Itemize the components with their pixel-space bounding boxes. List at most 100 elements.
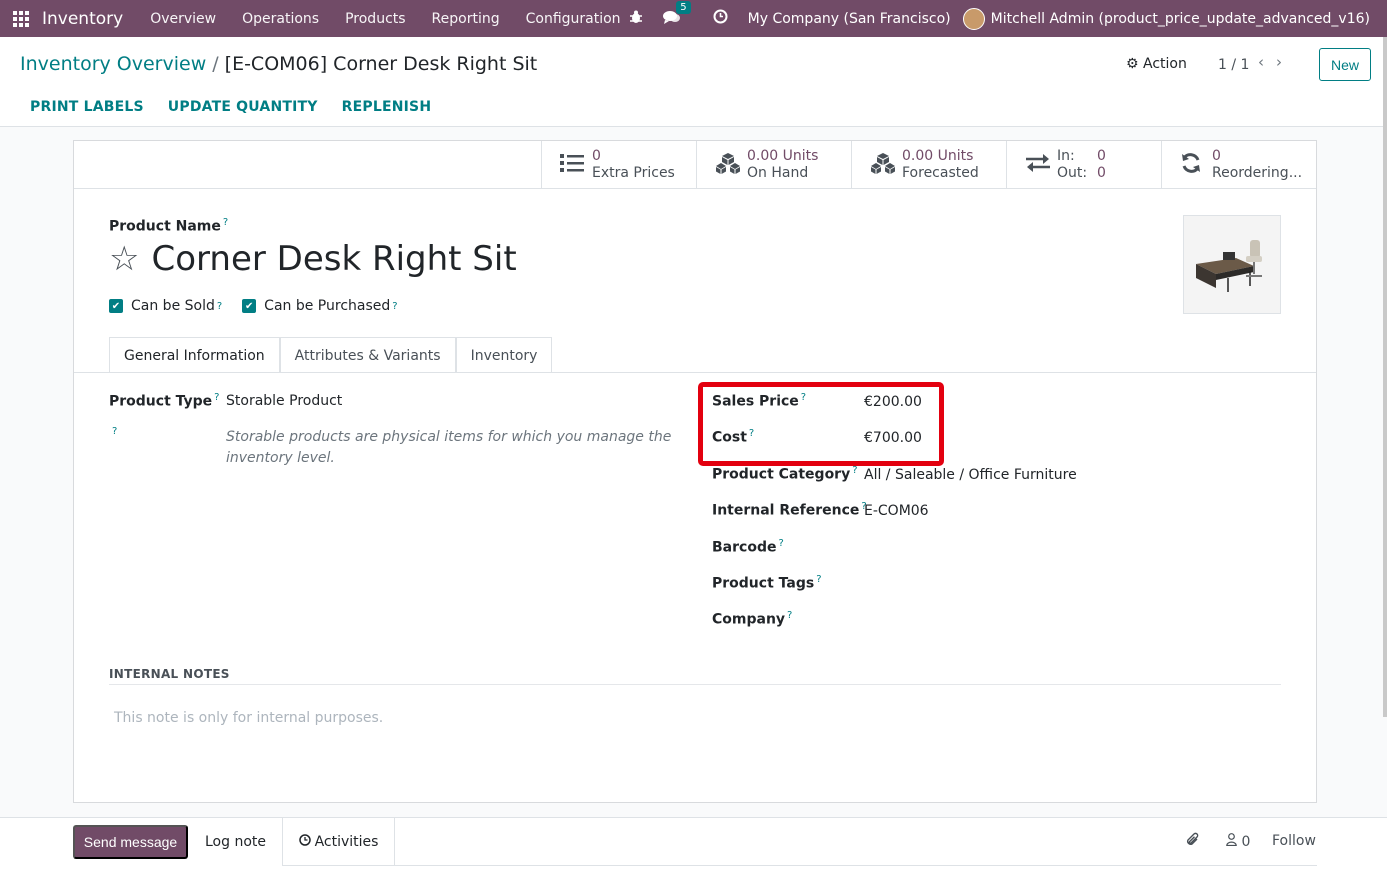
reordering-label: Reordering... xyxy=(1212,165,1303,181)
help-tooltip-icon[interactable]: ? xyxy=(816,574,821,585)
app-name[interactable]: Inventory xyxy=(42,9,123,29)
activities-label: Activities xyxy=(314,833,379,850)
debug-bug-icon[interactable] xyxy=(629,10,643,28)
internal-reference-field[interactable]: E-COM06 xyxy=(864,503,929,519)
new-record-button[interactable]: New xyxy=(1319,48,1371,81)
replenish-button[interactable]: REPLENISH xyxy=(342,99,432,115)
product-category-label: Product Category? xyxy=(712,465,858,483)
product-name-field[interactable]: Corner Desk Right Sit xyxy=(151,239,516,279)
pager-next-icon[interactable]: › xyxy=(1276,53,1294,71)
menu-products[interactable]: Products xyxy=(345,11,405,27)
checkmark-icon[interactable]: ✔ xyxy=(109,299,123,313)
internal-notes-field[interactable]: This note is only for internal purposes. xyxy=(114,710,383,726)
top-navbar: Inventory Overview Operations Products R… xyxy=(0,0,1387,37)
update-quantity-button[interactable]: UPDATE QUANTITY xyxy=(168,99,318,115)
reordering-value: 0 xyxy=(1212,148,1221,164)
help-tooltip-icon[interactable]: ? xyxy=(217,301,222,312)
on-hand-smart-button[interactable]: 0.00 Units On Hand xyxy=(696,141,851,189)
print-labels-button[interactable]: PRINT LABELS xyxy=(30,99,144,115)
product-image[interactable] xyxy=(1183,215,1281,314)
smart-buttons-row: 0 Extra Prices 0.00 Units On Hand 0.00 Uni… xyxy=(74,141,1316,189)
product-category-field[interactable]: All / Saleable / Office Furniture xyxy=(864,467,1077,483)
send-message-button[interactable]: Send message xyxy=(73,825,188,859)
barcode-field[interactable] xyxy=(864,538,1164,558)
help-tooltip-icon[interactable]: ? xyxy=(223,217,228,228)
internal-notes-divider xyxy=(109,684,1281,685)
paperclip-icon[interactable] xyxy=(1186,832,1200,852)
out-value: 0 xyxy=(1097,165,1106,181)
tab-general-information[interactable]: General Information xyxy=(109,337,280,373)
forecasted-value: 0.00 Units xyxy=(902,148,974,164)
product-type-help-text: Storable products are physical items for… xyxy=(226,429,672,466)
internal-reference-label-text: Internal Reference xyxy=(712,502,860,519)
messages-icon[interactable]: 5 xyxy=(662,0,691,28)
title-row: ☆ Corner Desk Right Sit xyxy=(109,239,517,279)
help-tooltip-icon[interactable]: ? xyxy=(112,426,117,437)
forecasted-label: Forecasted xyxy=(902,165,979,181)
company-label-text: Company xyxy=(712,611,786,628)
company-label: Company? xyxy=(712,610,792,628)
favorite-star-icon[interactable]: ☆ xyxy=(109,242,139,276)
app-menu-icon[interactable] xyxy=(0,0,42,37)
clock-activity-icon[interactable] xyxy=(713,9,728,28)
in-out-smart-button[interactable]: In: 0 Out: 0 xyxy=(1006,141,1161,189)
product-name-label: Product Name? xyxy=(109,217,228,235)
user-icon xyxy=(1226,833,1241,850)
extra-prices-smart-button[interactable]: 0 Extra Prices xyxy=(541,141,696,189)
tab-inventory[interactable]: Inventory xyxy=(455,337,553,373)
action-menu-button[interactable]: ⚙ Action xyxy=(1126,56,1187,72)
product-tags-field[interactable] xyxy=(864,574,1164,594)
help-tooltip-icon[interactable]: ? xyxy=(852,465,857,476)
help-tooltip-icon[interactable]: ? xyxy=(214,392,219,403)
product-type-field[interactable]: Storable Product xyxy=(226,393,342,409)
user-avatar[interactable] xyxy=(962,7,985,30)
messages-count-badge: 5 xyxy=(676,0,691,14)
pager-value[interactable]: 1 / 1 xyxy=(1218,57,1249,73)
on-hand-label: On Hand xyxy=(747,165,809,181)
menu-operations[interactable]: Operations xyxy=(242,11,319,27)
company-switcher[interactable]: My Company (San Francisco) xyxy=(748,11,951,27)
menu-configuration[interactable]: Configuration xyxy=(526,11,621,27)
barcode-label: Barcode? xyxy=(712,538,784,556)
chatter-panel: Send message Log note Activities 0 Follo… xyxy=(0,817,1387,885)
price-cost-highlight-box xyxy=(698,382,944,466)
in-label: In: xyxy=(1057,148,1075,164)
on-hand-value: 0.00 Units xyxy=(747,148,819,164)
help-tooltip-icon[interactable]: ? xyxy=(787,610,792,621)
user-menu[interactable]: Mitchell Admin (product_price_update_adv… xyxy=(991,11,1370,27)
reordering-smart-button[interactable]: 0 Reordering... xyxy=(1161,141,1316,189)
help-tooltip-icon[interactable]: ? xyxy=(778,538,783,549)
menu-overview[interactable]: Overview xyxy=(150,11,216,27)
breadcrumb-parent-link[interactable]: Inventory Overview xyxy=(20,53,206,75)
statusbar-buttons: PRINT LABELS UPDATE QUANTITY REPLENISH xyxy=(18,99,443,115)
checkmark-icon[interactable]: ✔ xyxy=(242,299,257,313)
breadcrumb-current: [E-COM06] Corner Desk Right Sit xyxy=(224,53,538,75)
barcode-label-text: Barcode xyxy=(712,539,777,556)
forecasted-smart-button[interactable]: 0.00 Units Forecasted xyxy=(851,141,1006,189)
product-type-label: Product Type? xyxy=(109,392,219,410)
tab-attributes-variants[interactable]: Attributes & Variants xyxy=(279,337,456,373)
followers-count: 0 xyxy=(1241,834,1251,850)
followers-button[interactable]: 0 xyxy=(1226,833,1250,850)
in-value: 0 xyxy=(1097,148,1106,164)
help-tooltip-icon[interactable]: ? xyxy=(392,301,397,312)
pager-previous-icon[interactable]: ‹ xyxy=(1258,53,1276,71)
can-be-sold-checkbox[interactable]: ✔ Can be Sold? xyxy=(109,298,222,314)
log-note-button[interactable]: Log note xyxy=(205,834,266,850)
product-name-label-text: Product Name xyxy=(109,218,221,235)
page-scrollbar[interactable] xyxy=(1383,37,1387,717)
exchange-arrows-icon xyxy=(1025,153,1057,178)
menu-reporting[interactable]: Reporting xyxy=(432,11,500,27)
pager-nav: ‹› xyxy=(1258,53,1294,71)
product-tags-label-text: Product Tags xyxy=(712,575,815,592)
extra-prices-value: 0 xyxy=(592,148,601,164)
can-be-purchased-checkbox[interactable]: ✔ Can be Purchased? xyxy=(242,298,398,314)
notebook-tabs: General Information Attributes & Variant… xyxy=(109,337,553,373)
breadcrumb: Inventory Overview / [E-COM06] Corner Desk… xyxy=(20,53,537,75)
out-label: Out: xyxy=(1057,165,1088,181)
extra-prices-label: Extra Prices xyxy=(592,165,675,181)
follow-button[interactable]: Follow xyxy=(1272,833,1316,849)
activities-button[interactable]: Activities xyxy=(282,818,395,866)
company-field[interactable] xyxy=(864,610,1164,630)
product-category-label-text: Product Category xyxy=(712,466,851,483)
